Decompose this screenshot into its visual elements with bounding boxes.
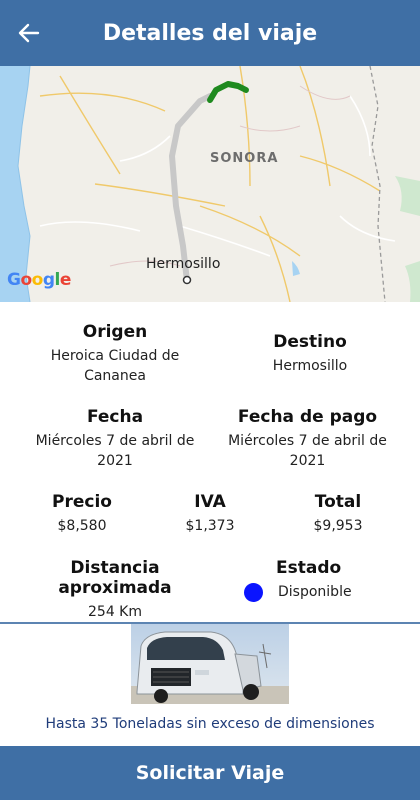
destination-value: Hermosillo: [272, 358, 348, 374]
map-region-label: SONORA: [210, 151, 279, 166]
truck-capacity-text: Hasta 35 Toneladas sin exceso de dimensi…: [45, 716, 375, 732]
date-label: Fecha: [86, 407, 144, 427]
status-row: Disponible: [244, 582, 374, 602]
destination-label: Destino: [273, 332, 347, 352]
iva-label: IVA: [194, 492, 226, 512]
distance-block: Distancia aproximada 254 Km: [14, 558, 216, 622]
status-value: Disponible: [278, 584, 352, 600]
status-label: Estado: [276, 558, 342, 578]
request-trip-button[interactable]: Solicitar Viaje: [0, 746, 420, 800]
payment-date-block: Fecha de pago Miércoles 7 de abril de 20…: [215, 407, 400, 471]
status-indicator-icon: [244, 582, 263, 602]
back-button[interactable]: [14, 18, 44, 48]
trip-details: Origen Heroica Ciudad de Cananea Destino…: [0, 302, 420, 622]
date-value: Miércoles 7 de abril de 2021: [35, 433, 195, 469]
iva-block: IVA $1,373: [160, 492, 260, 536]
origin-label: Origen: [82, 322, 148, 342]
truck-image: [131, 624, 289, 704]
payment-date-label: Fecha de pago: [237, 407, 378, 427]
distance-label: Distancia aproximada: [58, 558, 172, 598]
iva-value: $1,373: [185, 518, 235, 534]
payment-date-value: Miércoles 7 de abril de 2021: [228, 433, 387, 469]
distance-value: 254 Km: [88, 604, 142, 620]
price-value: $8,580: [57, 518, 107, 534]
arrow-left-icon: [18, 23, 40, 43]
destination-block: Destino Hermosillo: [220, 332, 400, 376]
route-map[interactable]: SONORA Hermosillo Google: [0, 66, 420, 302]
total-block: Total $9,953: [288, 492, 388, 536]
price-block: Precio $8,580: [32, 492, 132, 536]
map-city-label: Hermosillo: [146, 256, 221, 272]
origin-block: Origen Heroica Ciudad de Cananea: [30, 322, 200, 386]
app-header: Detalles del viaje: [0, 0, 420, 66]
origin-value: Heroica Ciudad de Cananea: [50, 348, 180, 384]
date-block: Fecha Miércoles 7 de abril de 2021: [25, 407, 205, 471]
total-label: Total: [314, 492, 362, 512]
status-block: Estado Disponible: [244, 558, 374, 602]
total-value: $9,953: [313, 518, 363, 534]
google-logo: Google: [7, 270, 71, 290]
page-title: Detalles del viaje: [102, 20, 318, 46]
price-label: Precio: [52, 492, 112, 512]
